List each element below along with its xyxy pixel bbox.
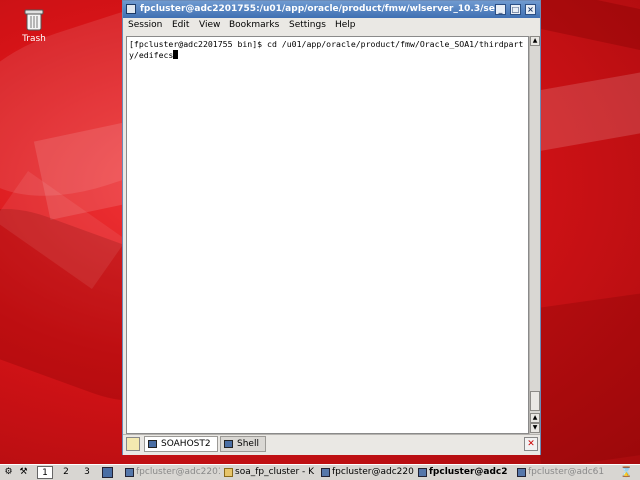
task-label: fpcluster@adc61 xyxy=(528,467,605,477)
window-title: fpcluster@adc2201755:/u01/app/oracle/pro… xyxy=(140,4,500,14)
menu-session[interactable]: Session xyxy=(128,20,162,30)
scroll-up-arrow-icon[interactable]: ▲ xyxy=(530,36,540,46)
tab-label: SOAHOST2 xyxy=(161,439,211,449)
menu-bookmarks[interactable]: Bookmarks xyxy=(229,20,279,30)
menu-help[interactable]: Help xyxy=(335,20,356,30)
window-titlebar[interactable]: fpcluster@adc2201755:/u01/app/oracle/pro… xyxy=(123,1,540,18)
show-desktop-icon[interactable] xyxy=(102,467,113,478)
menu-bar: Session Edit View Bookmarks Settings Hel… xyxy=(123,18,540,34)
terminal-area[interactable]: [fpcluster@adc2201755 bin]$ cd /u01/app/… xyxy=(126,36,529,434)
text-cursor xyxy=(173,50,179,59)
trash-label: Trash xyxy=(22,34,46,44)
desktop-3-button[interactable]: 3 xyxy=(79,466,95,479)
close-button[interactable]: × xyxy=(525,4,536,15)
terminal-icon xyxy=(125,468,134,477)
kde-menu-icon[interactable]: ⚙ xyxy=(3,467,14,478)
terminal-output: [fpcluster@adc2201755 bin]$ cd /u01/app/… xyxy=(129,39,527,61)
terminal-icon xyxy=(517,468,526,477)
scrollbar-thumb[interactable] xyxy=(530,391,540,411)
tab-bar: SOAHOST2 Shell ✕ xyxy=(123,434,540,455)
trash-desktop-icon[interactable]: Trash xyxy=(14,8,54,44)
vertical-scrollbar[interactable]: ▲ ▲ ▼ xyxy=(529,36,540,434)
tab-soahost2[interactable]: SOAHOST2 xyxy=(144,436,218,452)
hourglass-icon: ⌛ xyxy=(620,467,633,478)
maximize-button[interactable]: □ xyxy=(510,4,521,15)
close-tab-icon[interactable]: ✕ xyxy=(524,437,538,451)
taskbar: ⚙ ⚒ 1 2 3 fpcluster@adc2201755 soa_fp_cl… xyxy=(0,464,640,480)
terminal-icon xyxy=(148,440,157,448)
minimize-button[interactable]: _ xyxy=(495,4,506,15)
terminal-line: [fpcluster@adc2201755 bin]$ cd /u01/app/… xyxy=(129,39,524,60)
taskbar-task[interactable]: fpcluster@adc220 xyxy=(320,466,414,480)
scroll-up-arrow-icon[interactable]: ▲ xyxy=(530,413,540,423)
tab-shell[interactable]: Shell xyxy=(220,436,266,452)
taskbar-task[interactable]: fpcluster@adc2201755 xyxy=(124,466,220,480)
scroll-down-arrow-icon[interactable]: ▼ xyxy=(530,423,540,433)
tab-label: Shell xyxy=(237,439,259,449)
taskbar-task-active[interactable]: fpcluster@adc2 xyxy=(417,466,513,480)
menu-view[interactable]: View xyxy=(199,20,220,30)
task-label: fpcluster@adc2 xyxy=(429,467,508,477)
trash-icon xyxy=(24,9,44,31)
konsole-icon xyxy=(126,4,136,14)
terminal-icon xyxy=(321,468,330,477)
folder-icon xyxy=(224,468,233,477)
menu-edit[interactable]: Edit xyxy=(172,20,189,30)
task-label: soa_fp_cluster - K xyxy=(235,467,315,477)
konsole-window[interactable]: fpcluster@adc2201755:/u01/app/oracle/pro… xyxy=(122,0,541,455)
desktop-2-button[interactable]: 2 xyxy=(58,466,74,479)
taskbar-task[interactable]: fpcluster@adc61 xyxy=(516,466,612,480)
terminal-icon xyxy=(224,440,233,448)
new-tab-icon[interactable] xyxy=(126,437,140,451)
task-label: fpcluster@adc2201755 xyxy=(136,467,220,477)
taskbar-task[interactable]: soa_fp_cluster - K xyxy=(223,466,317,480)
menu-settings[interactable]: Settings xyxy=(289,20,326,30)
desktop-1-button[interactable]: 1 xyxy=(37,466,53,479)
system-icon[interactable]: ⚒ xyxy=(18,467,29,478)
task-label: fpcluster@adc220 xyxy=(332,467,414,477)
terminal-icon xyxy=(418,468,427,477)
